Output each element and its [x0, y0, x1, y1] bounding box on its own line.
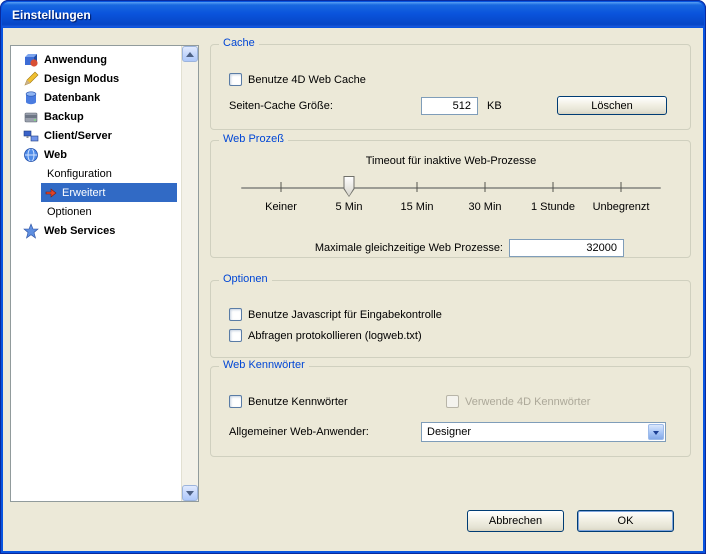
checkbox-label: Benutze 4D Web Cache [248, 74, 366, 86]
options-group: Optionen Benutze Javascript für Eingabek… [210, 280, 691, 358]
slider-tick-label: 1 Stunde [531, 201, 575, 213]
timeout-slider[interactable]: Keiner 5 Min 15 Min 30 Min 1 Stunde Unbe… [241, 173, 661, 233]
sidebar-item-optionen[interactable]: Optionen [11, 202, 181, 221]
web-passwords-group: Web Kennwörter Benutze Kennwörter Verwen… [210, 366, 691, 457]
web-process-group: Web Prozeß Timeout für inaktive Web-Proz… [210, 140, 691, 258]
sidebar-item-label: Datenbank [44, 92, 100, 104]
sidebar-item-label: Optionen [47, 206, 92, 218]
javascript-validation-checkbox[interactable]: Benutze Javascript für Eingabekontrolle [229, 307, 442, 322]
generic-web-user-dropdown[interactable]: Designer [421, 422, 666, 442]
sidebar-item-client-server[interactable]: Client/Server [11, 126, 181, 145]
sidebar-item-web[interactable]: Web [11, 145, 181, 164]
sidebar-item-label: Backup [44, 111, 84, 123]
checkbox-label: Benutze Javascript für Eingabekontrolle [248, 309, 442, 321]
slider-thumb[interactable] [344, 176, 355, 197]
page-cache-size-unit: KB [487, 100, 502, 112]
sidebar-item-design-modus[interactable]: Design Modus [11, 69, 181, 88]
use-4d-web-cache-checkbox[interactable]: Benutze 4D Web Cache [229, 72, 366, 87]
slider-tick-label: 30 Min [468, 201, 501, 213]
application-icon [23, 52, 39, 68]
checkbox-label: Benutze Kennwörter [248, 396, 348, 408]
slider-tick [553, 182, 554, 192]
clear-cache-button[interactable]: Löschen [557, 96, 667, 115]
checkbox-label: Abfragen protokollieren (logweb.txt) [248, 330, 422, 342]
dropdown-button[interactable] [648, 424, 664, 440]
web-services-icon [23, 223, 39, 239]
slider-tick-zone: Keiner 5 Min 15 Min 30 Min 1 Stunde Unbe… [281, 173, 621, 233]
checkbox-box [446, 395, 459, 408]
cache-group-title: Cache [219, 37, 259, 49]
database-icon [23, 90, 39, 106]
ok-button[interactable]: OK [577, 510, 674, 532]
sidebar-item-erweitert[interactable]: Erweitert [41, 183, 177, 202]
sidebar-scrollbar[interactable] [181, 46, 198, 501]
max-web-processes-input[interactable] [509, 239, 624, 257]
slider-tick [417, 182, 418, 192]
sidebar-item-label: Konfiguration [47, 168, 112, 180]
max-web-processes-row: Maximale gleichzeitige Web Prozesse: [315, 239, 624, 257]
slider-tick [281, 182, 282, 192]
sidebar-item-label: Erweitert [62, 187, 105, 199]
erweitert-marker-icon [45, 187, 57, 199]
use-passwords-checkbox[interactable]: Benutze Kennwörter [229, 394, 348, 409]
slider-tick-label: 15 Min [400, 201, 433, 213]
window-title: Einstellungen [12, 8, 91, 22]
client-server-icon [23, 128, 39, 144]
slider-tick [621, 182, 622, 192]
dropdown-selected-value: Designer [427, 426, 471, 438]
cancel-button[interactable]: Abbrechen [467, 510, 564, 532]
web-process-group-title: Web Prozeß [219, 133, 288, 145]
scroll-up-arrow-icon [186, 52, 194, 57]
slider-thumb-face [345, 177, 354, 196]
sidebar-item-web-services[interactable]: Web Services [11, 221, 181, 240]
scroll-down-button[interactable] [182, 485, 198, 501]
settings-nav: Anwendung Design Modus Datenbank [10, 45, 199, 502]
checkbox-box[interactable] [229, 329, 242, 342]
chevron-down-icon [653, 431, 659, 438]
page-cache-size-input[interactable] [421, 97, 478, 115]
backup-icon [23, 109, 39, 125]
scroll-up-button[interactable] [182, 46, 198, 62]
web-passwords-group-title: Web Kennwörter [219, 359, 309, 371]
sidebar-item-datenbank[interactable]: Datenbank [11, 88, 181, 107]
checkbox-label: Verwende 4D Kennwörter [465, 396, 590, 408]
design-mode-icon [23, 71, 39, 87]
settings-nav-list: Anwendung Design Modus Datenbank [11, 46, 181, 501]
sidebar-item-label: Web [44, 149, 67, 161]
scroll-down-arrow-icon [186, 491, 194, 496]
sidebar-item-konfiguration[interactable]: Konfiguration [11, 164, 181, 183]
dialog-body: Anwendung Design Modus Datenbank [3, 28, 703, 551]
sidebar-item-anwendung[interactable]: Anwendung [11, 50, 181, 69]
checkbox-box[interactable] [229, 308, 242, 321]
slider-tick-label: Unbegrenzt [593, 201, 650, 213]
sidebar-item-label: Anwendung [44, 54, 107, 66]
cache-group: Cache Benutze 4D Web Cache Seiten-Cache … [210, 44, 691, 130]
sidebar-item-label: Client/Server [44, 130, 112, 142]
log-requests-checkbox[interactable]: Abfragen protokollieren (logweb.txt) [229, 328, 422, 343]
options-group-title: Optionen [219, 273, 272, 285]
slider-tick [485, 182, 486, 192]
slider-tick-label: 5 Min [336, 201, 363, 213]
checkbox-box[interactable] [229, 73, 242, 86]
sidebar-item-backup[interactable]: Backup [11, 107, 181, 126]
settings-window: Einstellungen Anwendung Design Modus [0, 0, 706, 554]
sidebar-item-label: Web Services [44, 225, 115, 237]
max-web-processes-label: Maximale gleichzeitige Web Prozesse: [315, 242, 503, 254]
use-4d-passwords-checkbox: Verwende 4D Kennwörter [446, 394, 590, 409]
checkbox-box[interactable] [229, 395, 242, 408]
titlebar[interactable]: Einstellungen [2, 2, 704, 27]
page-cache-size-label: Seiten-Cache Größe: [229, 100, 333, 112]
generic-web-user-label: Allgemeiner Web-Anwender: [229, 426, 369, 438]
sidebar-item-label: Design Modus [44, 73, 119, 85]
timeout-slider-label: Timeout für inaktive Web-Prozesse [241, 155, 661, 167]
web-globe-icon [23, 147, 39, 163]
slider-tick-label: Keiner [265, 201, 297, 213]
